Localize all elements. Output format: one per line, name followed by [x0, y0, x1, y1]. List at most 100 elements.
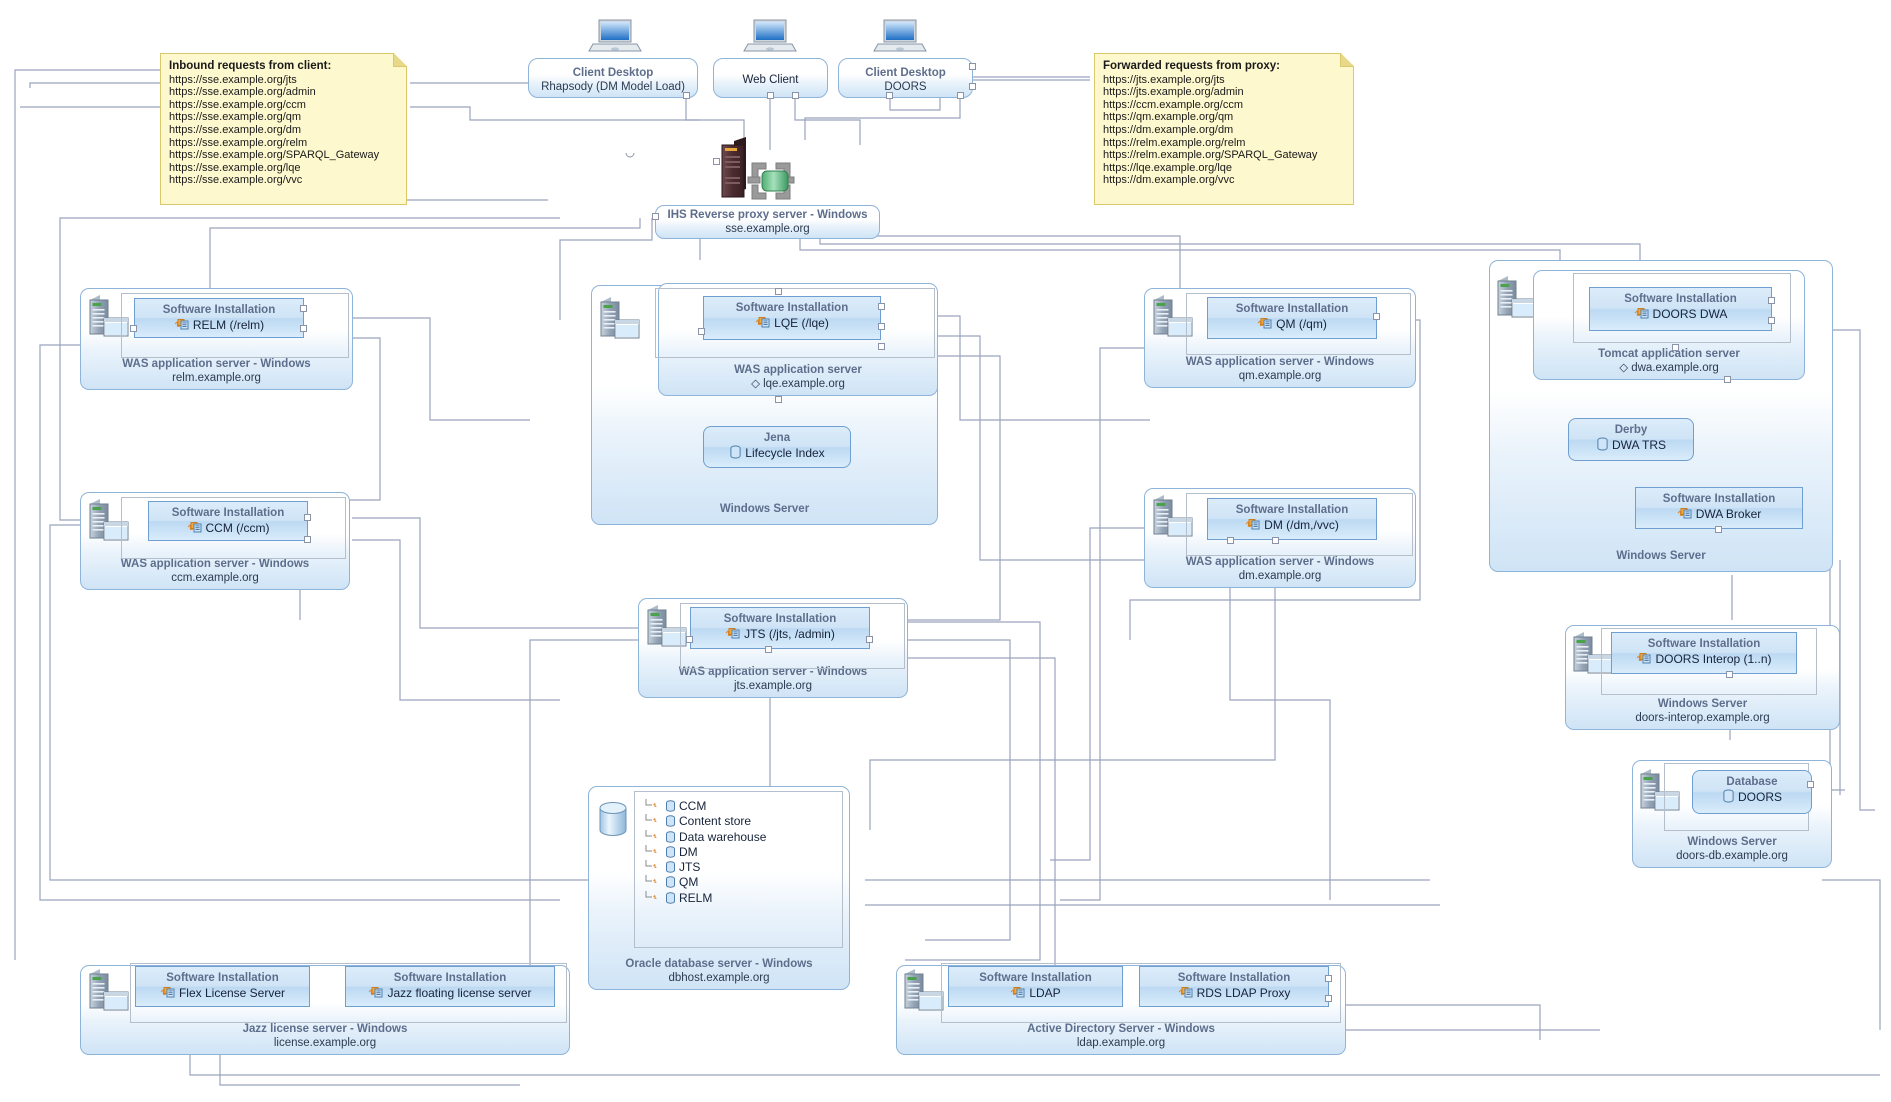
component-stereotype: Software Installation [735, 302, 849, 314]
client-desktop-doors[interactable]: Client Desktop DOORS [838, 58, 973, 98]
note-line: https://sse.example.org/qm [169, 111, 302, 124]
node-sub-text: dbhost.example.org [668, 972, 770, 984]
laptop-icon [873, 19, 927, 52]
list-item[interactable]: CCM [644, 798, 766, 813]
component-ccm[interactable]: Software Installation CCM (/ccm) [148, 501, 308, 541]
component-qm[interactable]: Software Installation QM (/qm) [1207, 297, 1377, 339]
component-icon [1636, 651, 1652, 669]
component-name-text: Jazz floating license server [387, 986, 532, 1000]
node-title-text: WAS application server - Windows [122, 358, 311, 370]
component-stereotype: Derby [1614, 424, 1648, 436]
note-line: https://sse.example.org/SPARQL_Gateway [169, 149, 380, 162]
client-title: Client Desktop DOORS [839, 66, 972, 94]
note-forwarded-header: Forwarded requests from proxy: [1103, 60, 1281, 72]
port [969, 63, 976, 70]
server-icon [89, 969, 129, 1011]
component-stereotype: Software Installation [171, 507, 285, 519]
node-title-text: Oracle database server - Windows [625, 958, 813, 970]
client-sub-text: DOORS [884, 81, 927, 93]
component-name-text: Lifecycle Index [745, 446, 825, 460]
port [1724, 376, 1731, 383]
component-doors-database[interactable]: Database DOORS [1692, 770, 1812, 814]
port [1373, 313, 1380, 320]
note-line: https://qm.example.org/qm [1103, 111, 1234, 124]
component-stereotype: Software Installation [393, 972, 507, 984]
component-icon [368, 985, 384, 1003]
node-sub-text: dm.example.org [1238, 570, 1322, 582]
node-sub-text: ldap.example.org [1076, 1037, 1166, 1049]
port [130, 325, 137, 332]
component-derby-dwa-trs[interactable]: Derby DWA TRS [1568, 418, 1694, 461]
node-title: WAS application server - Windows qm.exam… [1145, 355, 1415, 383]
component-label: QM (/qm) [1208, 316, 1376, 334]
component-dm[interactable]: Software Installation DM (/dm,/vvc) [1207, 498, 1377, 540]
node-title-text: Tomcat application server [1598, 348, 1740, 360]
tree-branch-icon [644, 890, 662, 908]
node-title-text: Windows Server [1687, 836, 1777, 848]
port [300, 325, 307, 332]
port [304, 536, 311, 543]
client-desktop-rhapsody[interactable]: Client Desktop Rhapsody (DM Model Load) [528, 58, 698, 98]
client-title: Web Client [714, 73, 827, 87]
component-name-text: DOORS DWA [1652, 307, 1728, 321]
list-item[interactable]: QM [644, 874, 766, 889]
component-stereotype: Jena [763, 432, 791, 444]
component-icon [187, 520, 203, 538]
list-item[interactable]: Data warehouse [644, 829, 766, 844]
component-name-text: QM (/qm) [1276, 317, 1327, 331]
component-name-text: LQE (/lqe) [774, 316, 829, 330]
component-ldap[interactable]: Software Installation LDAP [948, 966, 1123, 1007]
component-flex-license-server[interactable]: Software Installation Flex License Serve… [135, 966, 310, 1007]
component-icon [1677, 506, 1693, 524]
note-line: https://dm.example.org/vvc [1103, 174, 1235, 187]
socket-icon [625, 152, 635, 158]
node-title-text: WAS application server - Windows [1185, 356, 1375, 368]
component-relm[interactable]: Software Installation RELM (/relm) [134, 298, 304, 338]
node-reverse-proxy-server[interactable]: IHS Reverse proxy server - Windows sse.e… [655, 205, 880, 239]
client-title-text: Client Desktop [572, 67, 654, 79]
component-stereotype: Software Installation [1624, 293, 1737, 305]
note-line: https://ccm.example.org/ccm [1103, 98, 1243, 111]
component-name-text: DM (/dm,/vvc) [1264, 518, 1339, 532]
db-item-label: Data warehouse [679, 829, 767, 844]
database-icon [1596, 437, 1609, 455]
component-stereotype: Software Installation [162, 304, 276, 316]
port [1227, 537, 1234, 544]
component-name-text: DWA Broker [1695, 507, 1762, 521]
deployment-diagram-canvas: Inbound requests from client: https://ss… [0, 0, 1891, 1102]
component-label: LDAP [949, 985, 1122, 1003]
list-item[interactable]: RELM [644, 890, 766, 905]
component-label: CCM (/ccm) [149, 520, 307, 538]
list-item[interactable]: Content store [644, 813, 766, 828]
list-item[interactable]: JTS [644, 859, 766, 874]
component-dwa-broker[interactable]: Software Installation DWA Broker [1635, 487, 1803, 529]
node-title-text: IHS Reverse proxy server - Windows [667, 209, 868, 221]
port [304, 514, 311, 521]
component-doors-interop[interactable]: Software Installation DOORS Interop (1..… [1611, 632, 1797, 674]
component-stereotype: Software Installation [979, 972, 1092, 984]
database-contents-list: CCM Content store Data warehouse DM JTS … [644, 798, 766, 905]
component-rds-ldap-proxy[interactable]: Software Installation RDS LDAP Proxy [1139, 966, 1329, 1007]
component-name-text: RELM (/relm) [192, 318, 265, 332]
component-name-text: DOORS [1737, 790, 1782, 804]
node-title-text: Windows Server [1616, 550, 1706, 562]
node-sub-text: doors-interop.example.org [1635, 712, 1770, 724]
port [878, 323, 885, 330]
component-icon [725, 626, 741, 644]
note-line: https://sse.example.org/relm [169, 136, 308, 149]
reverse-proxy-icon [721, 137, 795, 200]
port [652, 213, 659, 220]
component-jts[interactable]: Software Installation JTS (/jts, /admin) [690, 607, 870, 649]
component-doors-dwa[interactable]: Software Installation DOORS DWA [1589, 287, 1772, 331]
port [300, 305, 307, 312]
node-sub-text: qm.example.org [1238, 370, 1322, 382]
note-line: https://lqe.example.org/lqe [1103, 161, 1233, 174]
component-jena-lifecycle-index[interactable]: Jena Lifecycle Index [703, 426, 851, 468]
node-title: WAS application server - Windows jts.exa… [639, 665, 907, 693]
list-item[interactable]: DM [644, 844, 766, 859]
port [1672, 344, 1679, 351]
component-stereotype: Database [1726, 776, 1778, 788]
component-jazz-floating-license-server[interactable]: Software Installation Jazz floating lice… [345, 966, 555, 1007]
component-stereotype: Software Installation [1177, 972, 1291, 984]
component-lqe[interactable]: Software Installation LQE (/lqe) [703, 296, 881, 340]
